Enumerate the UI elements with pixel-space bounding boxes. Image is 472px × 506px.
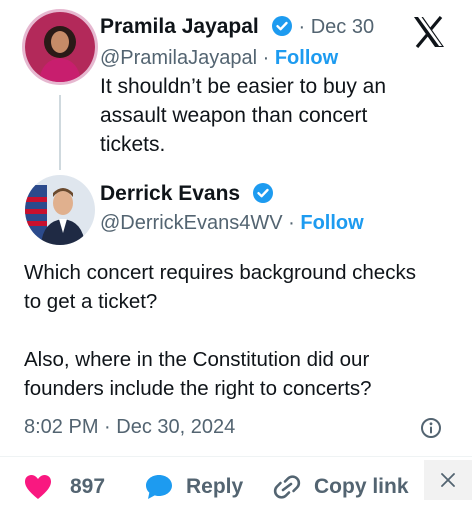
reply-follow-button[interactable]: Follow (300, 212, 363, 234)
text-line: tickets. (100, 133, 166, 156)
text-line: assault weapon than concert (100, 104, 368, 127)
reply-button[interactable]: Reply (144, 473, 243, 501)
like-button[interactable]: 897 (24, 474, 105, 500)
text-line: founders include the right to concerts? (24, 377, 372, 400)
text-line (24, 316, 416, 345)
reply-icon (144, 473, 174, 501)
quoted-post-text: It shouldn’t be easier to buy an assault… (100, 72, 386, 159)
copy-link-label: Copy link (314, 475, 409, 498)
separator: · (262, 47, 270, 69)
like-count: 897 (70, 475, 106, 498)
avatar-derrick[interactable] (25, 175, 95, 245)
quoted-date[interactable]: Dec 30 (311, 16, 374, 38)
reply-post-text: Which concert requires background checks… (24, 258, 416, 403)
reply-author-name-text[interactable]: Derrick Evans (100, 182, 240, 205)
divider (0, 456, 472, 457)
info-icon[interactable] (420, 417, 442, 444)
separator: · (298, 16, 306, 38)
heart-icon (24, 474, 52, 500)
x-logo-icon[interactable] (412, 15, 446, 53)
close-icon (441, 473, 455, 487)
close-button[interactable] (424, 460, 472, 500)
link-icon (272, 473, 302, 501)
reply-label: Reply (186, 475, 244, 498)
avatar-pramila[interactable] (25, 12, 95, 82)
post-timestamp[interactable]: 8:02 PM · Dec 30, 2024 (24, 416, 235, 439)
quoted-follow-button[interactable]: Follow (275, 47, 338, 69)
quoted-author-name[interactable]: Pramila Jayapal · Dec 30 (100, 14, 374, 44)
reply-handle-row: @DerrickEvans4WV · Follow (100, 210, 364, 236)
quoted-author-name-text[interactable]: Pramila Jayapal (100, 15, 259, 38)
quoted-handle-row: @PramilaJayapal · Follow (100, 45, 338, 71)
reply-handle[interactable]: @DerrickEvans4WV (100, 212, 283, 234)
quoted-handle[interactable]: @PramilaJayapal (100, 47, 257, 69)
reply-author-name[interactable]: Derrick Evans (100, 181, 274, 211)
copy-link-button[interactable]: Copy link (272, 473, 409, 501)
text-line: It shouldn’t be easier to buy an (100, 75, 387, 98)
verified-badge-icon (271, 15, 293, 44)
text-line: Also, where in the Constitution did our (24, 348, 370, 371)
text-line: to get a ticket? (24, 290, 158, 313)
thread-line (59, 95, 61, 170)
separator: · (288, 212, 295, 234)
verified-badge-icon (252, 182, 274, 211)
text-line: Which concert requires background checks (24, 261, 416, 284)
